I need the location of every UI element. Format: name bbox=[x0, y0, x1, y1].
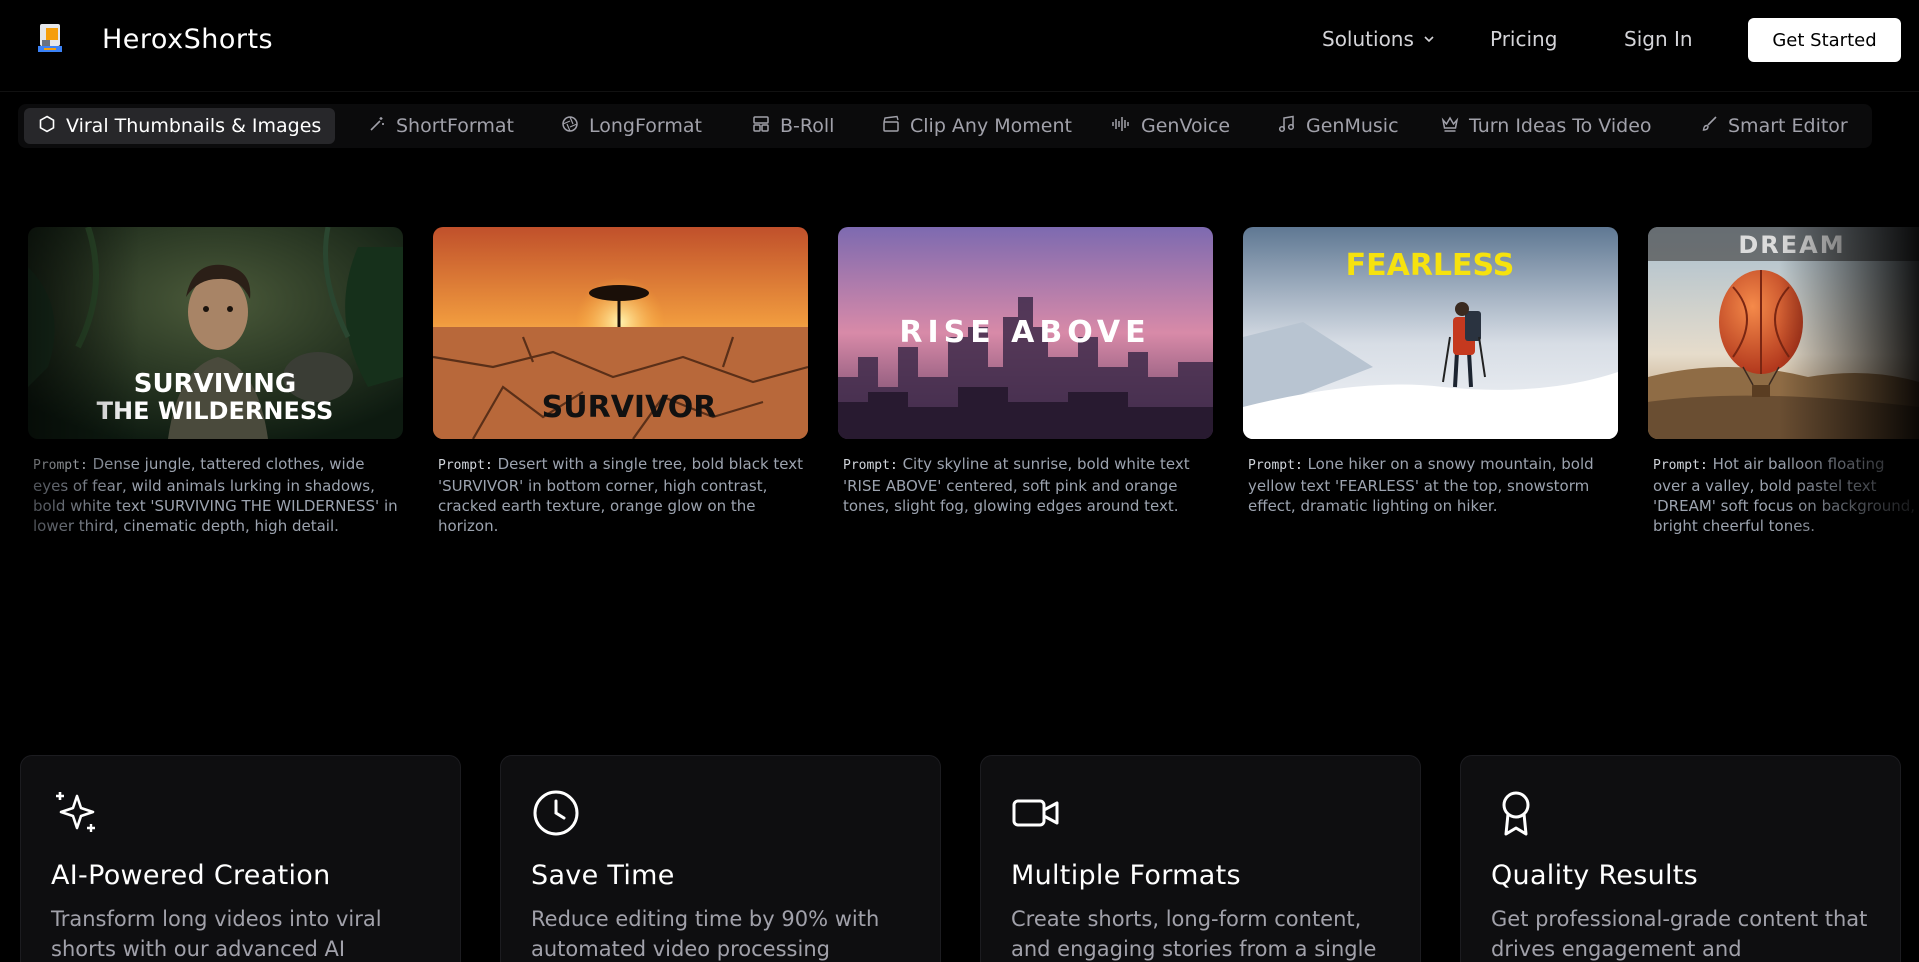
tab-smart-editor[interactable]: Smart Editor bbox=[1700, 108, 1848, 144]
logo-icon[interactable] bbox=[36, 22, 64, 54]
prompt-label: Prompt: bbox=[1248, 458, 1303, 473]
tab-genvoice[interactable]: GenVoice bbox=[1111, 108, 1230, 144]
feature-title: Multiple Formats bbox=[1011, 860, 1241, 891]
thumbnail-card-image[interactable]: RISE ABOVE bbox=[838, 227, 1213, 439]
brush-icon bbox=[1700, 115, 1718, 138]
feature-description: Create shorts, long-form content, and en… bbox=[1011, 907, 1377, 961]
tab-label: LongFormat bbox=[589, 115, 702, 137]
tab-genmusic[interactable]: GenMusic bbox=[1278, 108, 1399, 144]
chevron-down-icon bbox=[1422, 27, 1436, 51]
tab-clip-any-moment[interactable]: Clip Any Moment bbox=[882, 108, 1072, 144]
layout-icon bbox=[752, 115, 770, 138]
feature-description: Transform long videos into viral shorts … bbox=[51, 907, 382, 961]
thumbnail-card-image[interactable]: SURVIVING THE WILDERNESS bbox=[28, 227, 403, 439]
feature-card-ai-powered: AI-Powered Creation Transform long video… bbox=[20, 755, 461, 962]
thumbnail-overlay-text: DREAM bbox=[1738, 231, 1845, 259]
nav-sign-in[interactable]: Sign In bbox=[1624, 27, 1693, 51]
tab-viral-thumbnails[interactable]: Viral Thumbnails & Images bbox=[24, 108, 336, 144]
tab-label: ShortFormat bbox=[396, 115, 514, 137]
get-started-button[interactable]: Get Started bbox=[1748, 18, 1901, 62]
prompt-text: Desert with a single tree, bold black te… bbox=[438, 455, 803, 535]
audio-waveform-icon bbox=[1111, 115, 1131, 138]
feature-title: Save Time bbox=[531, 860, 675, 891]
prompt-label: Prompt: bbox=[33, 458, 88, 473]
feature-tabs-bar: Viral Thumbnails & Images ShortFormat Lo… bbox=[18, 104, 1872, 148]
thumbnail-card-image[interactable]: DREAM bbox=[1648, 227, 1919, 439]
feature-description: Reduce editing time by 90% with automate… bbox=[531, 907, 880, 961]
feature-description: Get professional-grade content that driv… bbox=[1491, 907, 1868, 961]
crown-icon bbox=[1441, 115, 1459, 138]
tab-b-roll[interactable]: B-Roll bbox=[752, 108, 834, 144]
thumbnail-prompt: Prompt: Dense jungle, tattered clothes, … bbox=[28, 454, 403, 536]
tab-label: Viral Thumbnails & Images bbox=[66, 115, 322, 137]
prompt-text: Dense jungle, tattered clothes, wide eye… bbox=[33, 455, 398, 535]
site-header: HeroxShorts Solutions Pricing Sign In Ge… bbox=[0, 0, 1919, 92]
sparkles-icon bbox=[51, 788, 99, 840]
prompt-label: Prompt: bbox=[843, 458, 898, 473]
feature-card-multiple-formats: Multiple Formats Create shorts, long-for… bbox=[980, 755, 1421, 962]
brand-name[interactable]: HeroxShorts bbox=[102, 24, 273, 55]
thumbnail-prompt: Prompt: Hot air balloon floating over a … bbox=[1648, 454, 1919, 536]
music-note-icon bbox=[1278, 115, 1296, 138]
thumbnail-prompt: Prompt: Desert with a single tree, bold … bbox=[433, 454, 808, 536]
thumbnail-prompt: Prompt: City skyline at sunrise, bold wh… bbox=[838, 454, 1213, 516]
nav-solutions-label: Solutions bbox=[1322, 27, 1414, 51]
clock-icon bbox=[531, 788, 581, 842]
award-icon bbox=[1491, 788, 1541, 842]
tab-label: GenVoice bbox=[1141, 115, 1231, 137]
tab-label: B-Roll bbox=[780, 115, 835, 137]
prompt-label: Prompt: bbox=[1653, 458, 1708, 473]
hexagon-icon bbox=[38, 115, 56, 138]
thumbnail-prompt: Prompt: Lone hiker on a snowy mountain, … bbox=[1243, 454, 1618, 516]
thumbnail-overlay-text: SURVIVOR bbox=[542, 390, 717, 425]
tab-label: GenMusic bbox=[1306, 115, 1399, 137]
magic-wand-icon bbox=[368, 115, 386, 138]
tab-shortformat[interactable]: ShortFormat bbox=[368, 108, 514, 144]
thumbnail-overlay-text: THE WILDERNESS bbox=[97, 397, 334, 425]
tab-label: Clip Any Moment bbox=[910, 115, 1072, 137]
aperture-icon bbox=[561, 115, 579, 138]
thumbnail-overlay-text: SURVIVING bbox=[134, 369, 297, 399]
nav-solutions[interactable]: Solutions bbox=[1322, 27, 1436, 51]
clapperboard-icon bbox=[882, 115, 900, 138]
prompt-label: Prompt: bbox=[438, 458, 493, 473]
feature-title: AI-Powered Creation bbox=[51, 860, 331, 891]
thumbnail-overlay-text: RISE ABOVE bbox=[899, 315, 1150, 350]
tab-label: Turn Ideas To Video bbox=[1469, 115, 1652, 137]
tab-label: Smart Editor bbox=[1728, 115, 1848, 137]
feature-card-quality-results: Quality Results Get professional-grade c… bbox=[1460, 755, 1901, 962]
thumbnail-overlay-text: FEARLESS bbox=[1346, 248, 1515, 283]
tab-turn-ideas-to-video[interactable]: Turn Ideas To Video bbox=[1441, 108, 1652, 144]
nav-pricing[interactable]: Pricing bbox=[1490, 27, 1557, 51]
feature-card-save-time: Save Time Reduce editing time by 90% wit… bbox=[500, 755, 941, 962]
thumbnail-card-image[interactable]: FEARLESS bbox=[1243, 227, 1618, 439]
thumbnail-card-image[interactable]: SURVIVOR bbox=[433, 227, 808, 439]
tab-longformat[interactable]: LongFormat bbox=[561, 108, 702, 144]
feature-title: Quality Results bbox=[1491, 860, 1699, 891]
video-camera-icon bbox=[1011, 788, 1061, 842]
